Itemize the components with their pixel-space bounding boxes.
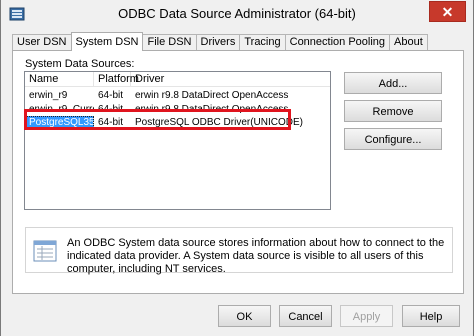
tab-about[interactable]: About xyxy=(389,34,428,50)
help-button[interactable]: Help xyxy=(402,305,460,327)
dsn-platform: 64-bit xyxy=(98,104,124,113)
cancel-button[interactable]: Cancel xyxy=(279,305,332,327)
tab-user-dsn[interactable]: User DSN xyxy=(12,34,72,50)
dsn-platform: 64-bit xyxy=(98,90,124,101)
configure-button[interactable]: Configure... xyxy=(344,128,442,150)
title-bar[interactable]: ODBC Data Source Administrator (64-bit) … xyxy=(1,0,473,27)
dsn-driver: PostgreSQL ODBC Driver(UNICODE) xyxy=(135,117,303,128)
dsn-platform: 64-bit xyxy=(98,117,124,128)
list-header: Name Platform Driver xyxy=(25,72,330,87)
data-source-info-icon xyxy=(33,240,57,262)
list-item[interactable]: erwin_r9 64-bit erwin r9.8 DataDirect Op… xyxy=(25,89,330,102)
add-button[interactable]: Add... xyxy=(344,72,442,94)
dsn-name: erwin_r9_Current xyxy=(29,104,94,113)
list-item[interactable]: erwin_r9_Current 64-bit erwin r9.8 DataD… xyxy=(25,103,330,113)
dsn-name: PostgreSQL35W xyxy=(25,116,94,130)
tab-drivers[interactable]: Drivers xyxy=(195,34,241,50)
close-button[interactable]: ✕ xyxy=(429,1,466,22)
ok-button[interactable]: OK xyxy=(218,305,271,327)
column-header-driver[interactable]: Driver xyxy=(131,72,330,86)
column-header-platform[interactable]: Platform xyxy=(94,72,139,86)
column-header-name[interactable]: Name xyxy=(25,72,94,86)
close-icon: ✕ xyxy=(441,4,454,20)
tab-tracing[interactable]: Tracing xyxy=(239,34,286,50)
apply-button[interactable]: Apply xyxy=(340,305,393,327)
tab-connection-pooling[interactable]: Connection Pooling xyxy=(284,34,391,50)
window-title: ODBC Data Source Administrator (64-bit) xyxy=(118,6,356,21)
info-description: An ODBC System data source stores inform… xyxy=(67,237,445,275)
system-data-sources-label: System Data Sources: xyxy=(25,58,135,70)
dsn-driver: erwin r9.8 DataDirect OpenAccess xyxy=(135,104,289,113)
info-group-box: An ODBC System data source stores inform… xyxy=(25,227,453,275)
odbc-admin-window: ODBC Data Source Administrator (64-bit) … xyxy=(0,0,474,336)
dsn-driver: erwin r9.8 DataDirect OpenAccess xyxy=(135,90,289,101)
list-item-selected[interactable]: PostgreSQL35W 64-bit PostgreSQL ODBC Dri… xyxy=(25,116,330,130)
tab-system-dsn[interactable]: System DSN xyxy=(70,32,144,51)
dsn-name: erwin_r9 xyxy=(29,90,68,101)
data-sources-list[interactable]: Name Platform Driver erwin_r9 64-bit erw… xyxy=(24,71,331,210)
tab-file-dsn[interactable]: File DSN xyxy=(142,34,197,50)
remove-button[interactable]: Remove xyxy=(344,100,442,122)
system-dsn-panel: System Data Sources: Name Platform Drive… xyxy=(12,50,464,294)
tab-strip: User DSN System DSN File DSN Drivers Tra… xyxy=(12,32,428,51)
